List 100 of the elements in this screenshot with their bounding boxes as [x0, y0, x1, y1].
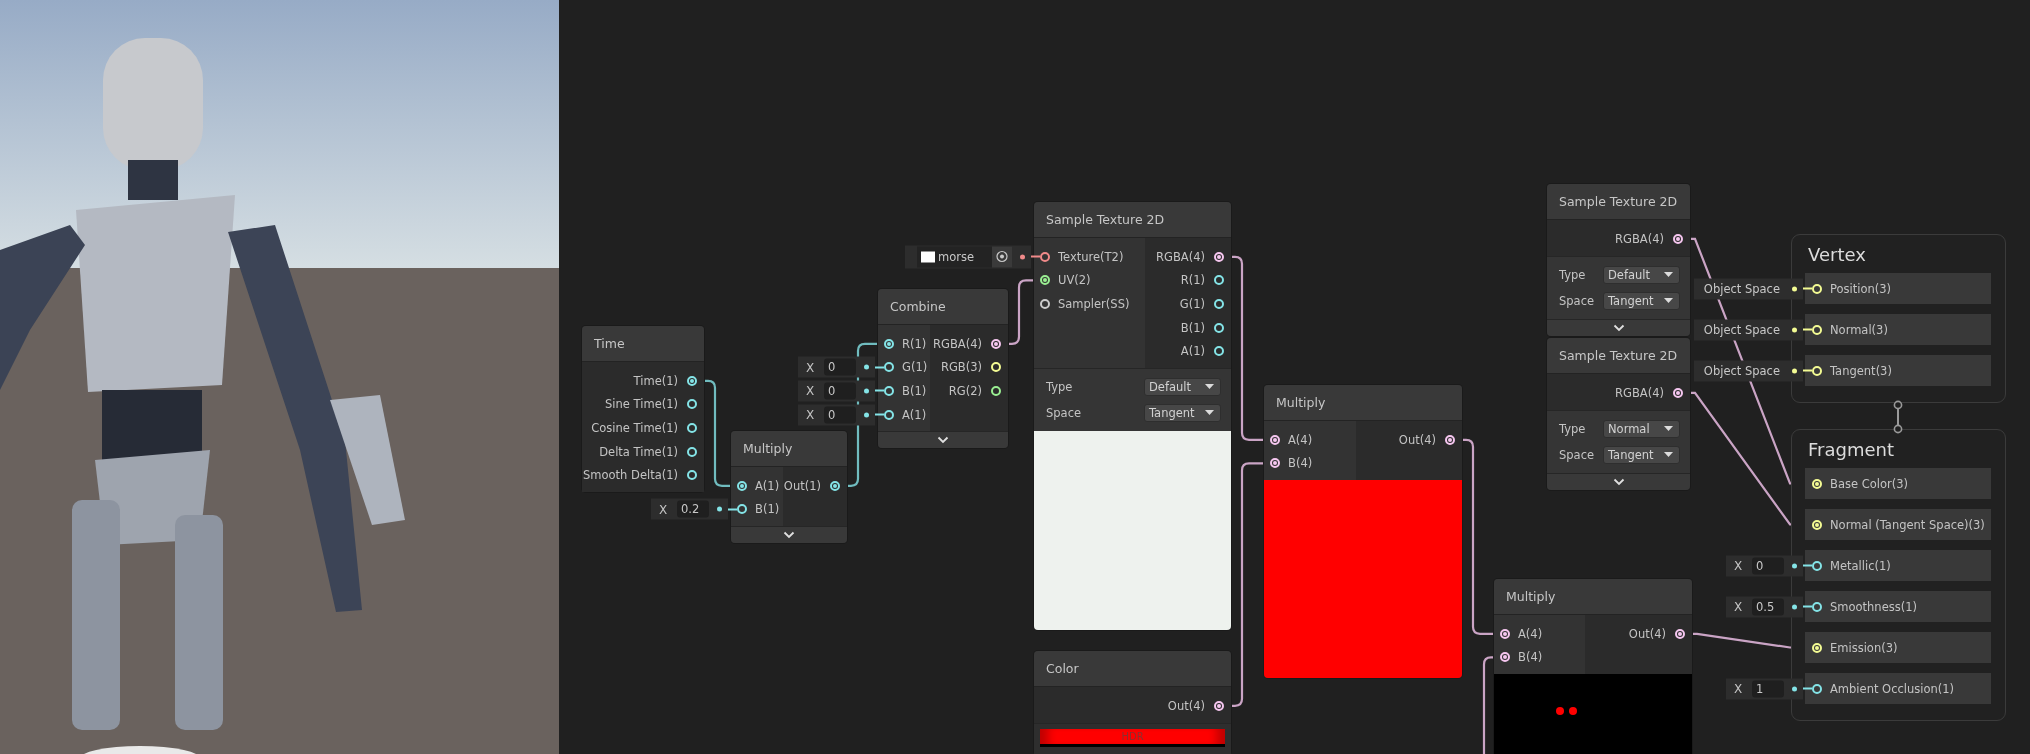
graph-node[interactable]: Multiply A(1) B(1) Out(1) [731, 431, 847, 544]
port-icon[interactable] [1270, 434, 1280, 445]
value-field[interactable]: X 0 [798, 380, 875, 402]
port-icon[interactable] [1500, 628, 1510, 639]
port-icon[interactable] [1040, 251, 1050, 262]
space-value: Object Space [1702, 281, 1781, 296]
number-input[interactable]: 0 [824, 358, 856, 376]
number-input[interactable]: 0.2 [677, 500, 709, 518]
block-slot[interactable]: Normal(3) [1805, 314, 1991, 345]
port-icon[interactable] [1675, 628, 1685, 639]
axis-label: X [659, 502, 669, 517]
value-field[interactable]: X 0.5 [1726, 596, 1803, 617]
port-icon[interactable] [884, 338, 894, 349]
caret-icon [1664, 297, 1673, 304]
node-title: Multiply [731, 431, 847, 467]
value-field[interactable]: X 0 [798, 356, 875, 378]
port-icon[interactable] [1270, 458, 1280, 469]
block-slot[interactable]: Metallic(1) [1805, 550, 1991, 581]
number-input[interactable]: 0 [1752, 557, 1784, 574]
caret-icon [1205, 383, 1214, 390]
value-field[interactable]: X 0 [798, 404, 875, 426]
port-icon[interactable] [1214, 299, 1224, 309]
port-icon[interactable] [1445, 434, 1455, 445]
graph-node[interactable]: Combine R(1) G(1) B(1) A(1) RGBA(4) RGB(3) RG(2) [878, 289, 1008, 449]
graph-node[interactable]: Sample Texture 2D Texture(T2) UV(2) Sampler(SS) RGBA(4) R(1) G(1) B(1) A(1) Type Default Space Tangent [1034, 202, 1231, 630]
connector-dot-icon [1792, 686, 1797, 691]
axis-label: X [1734, 681, 1744, 696]
graph-node[interactable]: Multiply A(4) B(4) Out(4) [1494, 579, 1692, 754]
dropdown[interactable]: Default [1603, 265, 1680, 284]
port-icon[interactable] [1214, 700, 1224, 711]
space-value: Object Space [1702, 363, 1781, 378]
caret-icon [1664, 451, 1673, 458]
value-field[interactable]: X 0.2 [651, 498, 728, 520]
dropdown[interactable]: Tangent [1603, 445, 1680, 464]
port-label: A(1) [755, 478, 780, 493]
block-slot[interactable]: Base Color(3) [1805, 468, 1991, 499]
port-label: B(4) [1288, 456, 1313, 471]
chevron-icon [1612, 477, 1625, 486]
port-icon[interactable] [1500, 652, 1510, 663]
dropdown[interactable]: Default [1144, 377, 1221, 396]
texture-field[interactable]: morse [905, 245, 1031, 269]
port-icon[interactable] [1214, 346, 1224, 357]
graph-node[interactable]: Multiply A(4) B(4) Out(4) [1264, 385, 1462, 679]
axis-label: X [806, 360, 816, 375]
port-icon[interactable] [884, 362, 894, 373]
port-icon[interactable] [687, 446, 697, 457]
number-input[interactable]: 0 [824, 382, 856, 400]
port-icon[interactable] [1040, 299, 1050, 309]
swatch-icon [921, 251, 935, 263]
port-icon[interactable] [1812, 601, 1822, 612]
space-field[interactable]: Object Space [1693, 319, 1803, 340]
port-icon[interactable] [1812, 560, 1822, 571]
port-icon[interactable] [884, 386, 894, 396]
block-slot[interactable]: Position(3) [1805, 273, 1991, 304]
port-icon[interactable] [737, 504, 747, 515]
port-icon[interactable] [687, 470, 697, 481]
port-icon[interactable] [1214, 275, 1224, 286]
block-slot[interactable]: Smoothness(1) [1805, 591, 1991, 622]
number-input[interactable]: 1 [1752, 680, 1784, 697]
port-icon[interactable] [1214, 322, 1224, 333]
dropdown[interactable]: Normal [1603, 419, 1680, 438]
block-slot[interactable]: Ambient Occlusion(1) [1805, 673, 1991, 704]
dropdown[interactable]: Tangent [1144, 403, 1221, 422]
object-picker-button[interactable] [992, 246, 1012, 268]
graph-node[interactable]: Time Time(1) Sine Time(1) Cosine Time(1) Delta Time(1) Smooth Delta(1) [582, 326, 704, 492]
number-input[interactable]: 0.5 [1752, 598, 1784, 615]
space-field[interactable]: Object Space [1693, 278, 1803, 299]
chevron-icon [1612, 323, 1625, 332]
port-icon[interactable] [1673, 387, 1683, 398]
port-icon[interactable] [1812, 683, 1822, 694]
port-icon[interactable] [687, 399, 697, 410]
setting-label: Space [1559, 293, 1595, 308]
space-value: Object Space [1702, 322, 1781, 337]
graph-node[interactable]: Sample Texture 2D RGBA(4) Type Default Space Tangent [1547, 184, 1690, 336]
port-icon[interactable] [830, 480, 840, 491]
number-input[interactable]: 0 [824, 406, 856, 424]
caret-icon [1205, 409, 1214, 416]
port-label: UV(2) [1058, 273, 1091, 288]
target-icon [996, 250, 1008, 263]
block-slot[interactable]: Emission(3) [1805, 632, 1991, 663]
port-icon[interactable] [1214, 251, 1224, 262]
block-slot[interactable]: Tangent(3) [1805, 355, 1991, 386]
port-icon[interactable] [1040, 275, 1050, 286]
block-slot[interactable]: Normal (Tangent Space)(3) [1805, 509, 1991, 540]
port-icon[interactable] [991, 338, 1001, 349]
graph-node[interactable]: Color Out(4) HDR [1034, 651, 1231, 754]
port-icon[interactable] [687, 375, 697, 386]
chevron-icon [937, 436, 949, 445]
space-field[interactable]: Object Space [1693, 360, 1803, 381]
port-icon[interactable] [737, 480, 747, 491]
graph-node[interactable]: Sample Texture 2D RGBA(4) Type Normal Space Tangent [1547, 338, 1690, 490]
wire-stub [1803, 287, 1812, 290]
wire-stub [875, 413, 884, 416]
port-icon[interactable] [991, 386, 1001, 396]
port-icon[interactable] [687, 423, 697, 433]
port-icon[interactable] [1673, 233, 1683, 244]
value-field[interactable]: X 0 [1726, 555, 1803, 576]
dropdown[interactable]: Tangent [1603, 291, 1680, 310]
value-field[interactable]: X 1 [1726, 678, 1803, 699]
port-icon[interactable] [884, 409, 894, 420]
